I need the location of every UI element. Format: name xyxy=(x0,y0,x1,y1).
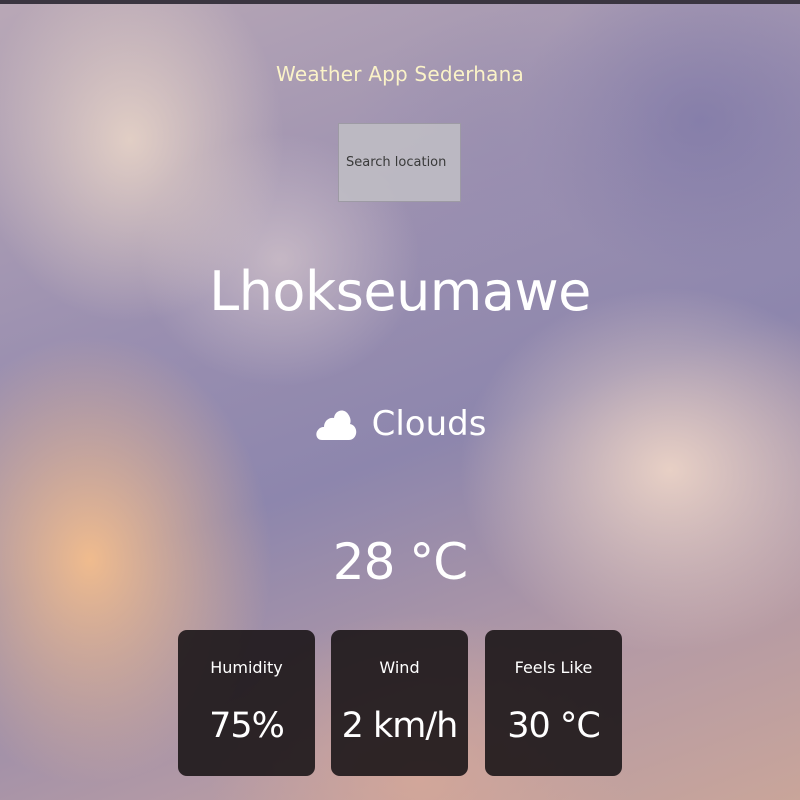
app-title: Weather App Sederhana xyxy=(276,62,524,86)
condition-label: Clouds xyxy=(371,404,487,444)
weather-app: { "app": { "title": "Weather App Sederha… xyxy=(0,0,800,800)
humidity-value: 75% xyxy=(209,706,285,746)
temperature: 28 °C xyxy=(332,533,468,591)
feels-like-card: Feels Like 30 °C xyxy=(485,630,622,776)
wind-label: Wind xyxy=(379,658,420,677)
wind-card: Wind 2 km/h xyxy=(331,630,468,776)
search-input[interactable] xyxy=(338,123,461,202)
feels-like-value: 30 °C xyxy=(507,706,601,746)
feels-like-label: Feels Like xyxy=(514,658,593,677)
humidity-label: Humidity xyxy=(210,658,283,677)
browser-top-edge xyxy=(0,0,800,4)
cloud-icon xyxy=(315,410,356,440)
city-name: Lhokseumawe xyxy=(209,260,591,323)
weather-condition: Clouds xyxy=(0,400,800,448)
humidity-card: Humidity 75% xyxy=(178,630,315,776)
wind-value: 2 km/h xyxy=(341,706,459,746)
